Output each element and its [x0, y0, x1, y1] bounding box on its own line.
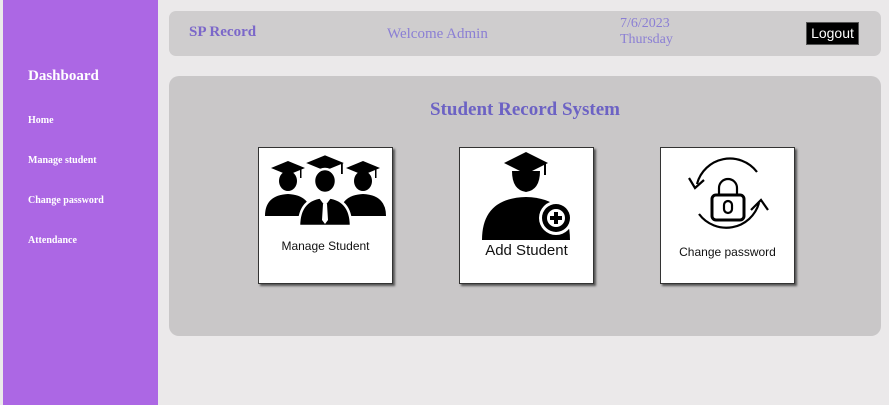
- date-display: 7/6/2023 Thursday: [620, 16, 673, 48]
- sidebar-item-attendance[interactable]: Attendance: [28, 235, 77, 246]
- sidebar: Dashboard Home Manage student Change pas…: [3, 0, 158, 405]
- change-password-card[interactable]: Change password: [660, 147, 795, 284]
- sidebar-item-change-password[interactable]: Change password: [28, 195, 104, 206]
- date-value: 7/6/2023: [620, 16, 670, 31]
- sidebar-item-manage-student[interactable]: Manage student: [28, 155, 97, 166]
- manage-student-card[interactable]: Manage Student: [258, 147, 393, 284]
- brand-title: SP Record: [189, 24, 257, 40]
- welcome-text: Welcome Admin: [387, 26, 488, 42]
- day-value: Thursday: [620, 32, 673, 47]
- logout-button[interactable]: Logout: [806, 22, 859, 45]
- main-panel: Student Record System Manage Student Add…: [169, 76, 881, 336]
- change-password-label: Change password: [679, 245, 776, 259]
- lock-refresh-icon: [688, 157, 769, 229]
- page-title: Student Record System: [430, 99, 620, 120]
- sidebar-heading: Dashboard: [28, 68, 99, 84]
- sidebar-item-home[interactable]: Home: [28, 115, 54, 126]
- manage-student-label: Manage Student: [281, 239, 370, 253]
- add-student-card[interactable]: Add Student: [459, 147, 594, 284]
- graduates-group-icon: [265, 152, 386, 228]
- add-student-icon: [482, 152, 573, 240]
- top-bar: SP Record Welcome Admin 7/6/2023 Thursda…: [169, 11, 881, 56]
- add-student-label: Add Student: [485, 242, 568, 259]
